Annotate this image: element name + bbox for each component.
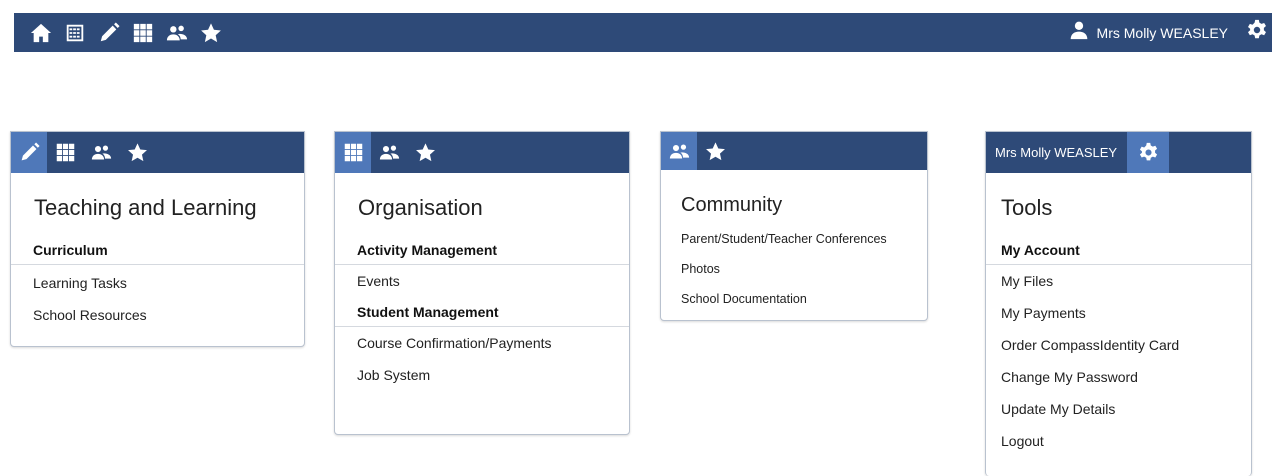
people-tab[interactable] (661, 132, 697, 170)
user-silhouette-icon (1070, 21, 1087, 40)
star-button[interactable] (194, 13, 228, 52)
panel-header (11, 132, 304, 173)
home-button[interactable] (24, 13, 58, 52)
grid-icon (344, 143, 362, 162)
panel-title: Teaching and Learning (34, 195, 257, 220)
menu-item-school-documentation[interactable]: School Documentation (661, 284, 927, 314)
people-icon (669, 144, 689, 158)
pencil-icon (21, 142, 40, 161)
teaching-learning-panel: Teaching and Learning Curriculum Learnin… (10, 131, 305, 347)
nav-icons (14, 13, 228, 52)
menu-item-logout[interactable]: Logout (986, 425, 1251, 457)
tools-panel: Mrs Molly WEASLEY Tools My Account My Fi… (985, 131, 1252, 476)
home-icon (30, 23, 52, 42)
star-tab[interactable] (407, 132, 443, 173)
menu-item-update-details[interactable]: Update My Details (986, 393, 1251, 425)
section-heading: My Account (986, 235, 1251, 265)
panel-header (661, 132, 927, 170)
people-tab[interactable] (83, 132, 119, 173)
grid-button[interactable] (126, 13, 160, 52)
menu-item-my-payments[interactable]: My Payments (986, 297, 1251, 329)
star-tab[interactable] (119, 132, 155, 173)
panel-title: Community (681, 194, 783, 216)
settings-button[interactable] (1246, 19, 1268, 46)
section-heading: Activity Management (335, 235, 629, 265)
star-tab[interactable] (697, 132, 733, 170)
section-heading: Student Management (335, 297, 629, 327)
panel-title: Tools (1001, 195, 1053, 220)
pencil-tab[interactable] (11, 132, 47, 173)
people-tab[interactable] (371, 132, 407, 173)
menu-item-job-system[interactable]: Job System (335, 359, 629, 391)
user-name[interactable]: Mrs Molly WEASLEY (1097, 25, 1228, 41)
panel-header (335, 132, 629, 173)
user-label-tab[interactable]: Mrs Molly WEASLEY (986, 132, 1127, 173)
grid-tab[interactable] (335, 132, 371, 173)
menu-item-course-confirmation[interactable]: Course Confirmation/Payments (335, 327, 629, 359)
menu-item-school-resources[interactable]: School Resources (11, 299, 304, 331)
grid-icon (133, 23, 153, 42)
star-icon (201, 22, 221, 42)
menu-item-my-files[interactable]: My Files (986, 265, 1251, 297)
menu-list: Learning Tasks School Resources (11, 265, 304, 331)
menu-item-photos[interactable]: Photos (661, 254, 927, 284)
menu-item-learning-tasks[interactable]: Learning Tasks (11, 267, 304, 299)
section-heading: Curriculum (11, 235, 304, 265)
pencil-button[interactable] (92, 13, 126, 52)
people-button[interactable] (160, 13, 194, 52)
menu-item-change-password[interactable]: Change My Password (986, 361, 1251, 393)
panel-title: Organisation (358, 195, 483, 220)
star-icon (127, 143, 147, 162)
people-icon (379, 145, 399, 160)
panel-header: Mrs Molly WEASLEY (986, 132, 1251, 173)
menu-item-events[interactable]: Events (335, 265, 629, 297)
user-area: Mrs Molly WEASLEY (1069, 13, 1272, 52)
top-nav-bar: Mrs Molly WEASLEY (14, 13, 1272, 52)
grid-icon (56, 143, 74, 162)
user-icon[interactable] (1069, 20, 1089, 45)
star-icon (705, 141, 725, 160)
community-panel: Community Parent/Student/Teacher Confere… (660, 131, 928, 321)
calendar-icon (66, 24, 84, 41)
organisation-panel: Organisation Activity Management Events … (334, 131, 630, 435)
grid-tab[interactable] (47, 132, 83, 173)
people-icon (91, 145, 111, 160)
star-icon (415, 143, 435, 162)
calendar-button[interactable] (58, 13, 92, 52)
settings-tab[interactable] (1127, 132, 1170, 173)
menu-item-conferences[interactable]: Parent/Student/Teacher Conferences (661, 224, 927, 254)
pencil-icon (100, 21, 120, 41)
people-icon (166, 25, 188, 40)
gear-icon (1248, 19, 1266, 39)
gear-icon (1139, 142, 1157, 161)
menu-item-order-identity-card[interactable]: Order CompassIdentity Card (986, 329, 1251, 361)
